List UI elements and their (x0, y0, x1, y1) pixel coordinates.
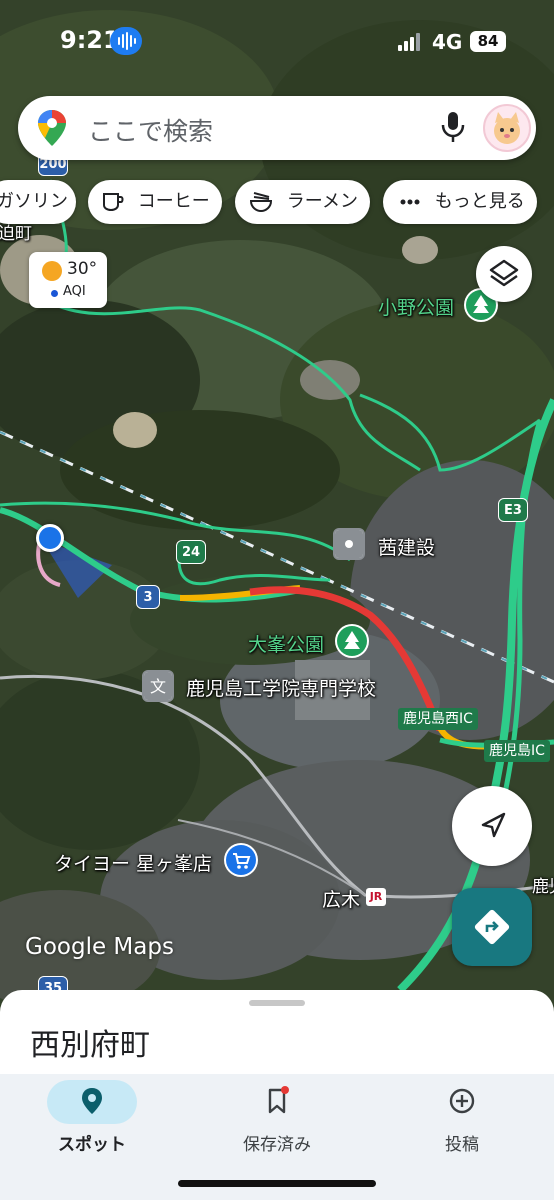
profile-avatar[interactable] (483, 104, 531, 152)
jr-station-icon[interactable]: JR (366, 888, 386, 906)
plus-circle-icon (449, 1088, 475, 1114)
battery-indicator: 84 (470, 31, 506, 52)
nav-item-spots[interactable]: スポット (0, 1074, 184, 1174)
cellular-signal-icon (398, 33, 420, 51)
status-bar: 9:21 4G 84 (0, 0, 554, 80)
route-badge-24: 24 (176, 540, 206, 564)
my-location-button[interactable] (452, 786, 532, 866)
chip-gas-label: ガソリン (0, 191, 68, 212)
layers-button[interactable] (476, 246, 532, 302)
chip-more[interactable]: もっと見る (383, 180, 537, 224)
search-bar[interactable]: ここで検索 (18, 96, 536, 160)
aqi-dot-icon (51, 290, 58, 297)
directions-icon (474, 909, 510, 945)
route-badge-e3: E3 (498, 498, 528, 522)
home-indicator[interactable] (178, 1180, 376, 1187)
microphone-icon[interactable] (438, 110, 468, 144)
chip-ramen[interactable]: ラーメン (235, 180, 370, 224)
school-icon[interactable]: 文 (142, 670, 174, 702)
map-label-edge-fragment: 鹿児 (532, 877, 554, 897)
nav-item-saved[interactable]: 保存済み (185, 1074, 369, 1174)
map-label-hiroki-station[interactable]: 広木 (322, 885, 360, 912)
weather-temperature: 30° (67, 259, 98, 279)
coffee-icon (103, 193, 124, 212)
network-type: 4G (432, 30, 463, 54)
ic-badge-kagoshima[interactable]: 鹿児島IC (484, 740, 550, 762)
map-label-taiyo-store[interactable]: タイヨー 星ヶ峯店 (54, 849, 212, 876)
map-label-omine-park[interactable]: 大峯公園 (248, 630, 324, 657)
nav-item-contribute[interactable]: 投稿 (370, 1074, 554, 1174)
layers-icon (489, 259, 519, 287)
chip-coffee[interactable]: コーヒー (88, 180, 222, 224)
park-tree-icon[interactable] (335, 624, 369, 658)
svg-text:文: 文 (150, 677, 166, 696)
ramen-icon (249, 192, 273, 213)
nav-label-saved: 保存済み (243, 1135, 311, 1155)
map-label-school[interactable]: 鹿児島工学院専門学校 (186, 674, 376, 701)
weather-widget[interactable]: 30° AQI (29, 252, 107, 308)
my-location-dot[interactable] (36, 524, 64, 552)
business-pin-icon[interactable] (333, 528, 365, 560)
weather-aqi: AQI (63, 284, 86, 299)
shopping-cart-icon[interactable] (224, 843, 258, 877)
chip-ramen-label: ラーメン (286, 191, 359, 212)
voice-activity-icon (110, 27, 142, 55)
place-name: 西別府町 (30, 1028, 150, 1063)
nav-label-contribute: 投稿 (445, 1135, 479, 1155)
directions-button[interactable] (452, 888, 532, 966)
sun-icon (42, 261, 62, 281)
google-maps-logo: Google Maps (25, 934, 174, 960)
navigation-arrow-icon (481, 812, 506, 838)
ic-badge-kagoshima-nishi[interactable]: 鹿児島西IC (398, 708, 478, 730)
map-label-akane[interactable]: 茜建設 (378, 533, 435, 560)
route-badge-3: 3 (136, 585, 160, 609)
nav-label-spots: スポット (58, 1135, 126, 1155)
google-maps-pin-icon (38, 110, 66, 146)
chip-coffee-label: コーヒー (137, 191, 210, 212)
chip-more-label: もっと見る (434, 191, 525, 212)
location-pin-icon (82, 1088, 102, 1114)
more-icon (400, 199, 420, 205)
bookmark-icon (268, 1086, 289, 1114)
map-label-ono-park[interactable]: 小野公園 (378, 293, 454, 320)
chip-gas[interactable]: ガソリン (0, 180, 76, 224)
search-input[interactable]: ここで検索 (88, 112, 213, 148)
place-sheet[interactable]: 西別府町 (0, 990, 554, 1080)
sheet-drag-handle[interactable] (249, 1000, 305, 1006)
